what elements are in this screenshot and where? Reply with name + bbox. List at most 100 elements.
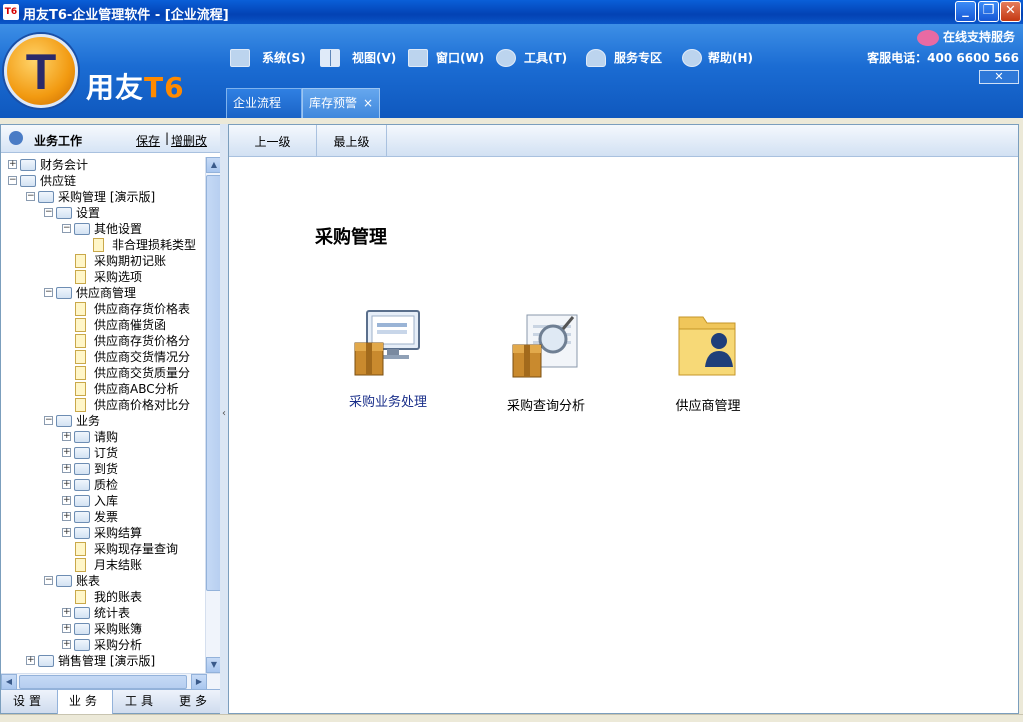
restore-button[interactable]: ❐ [978, 1, 999, 22]
panel-splitter[interactable]: ‹ [220, 124, 228, 714]
h-scroll-thumb[interactable] [19, 675, 187, 689]
bottom-tabs: 设置 业务 工具 更多 [1, 689, 223, 714]
collapse-arrow-icon[interactable]: ‹ [220, 404, 228, 424]
expand-icon[interactable]: + [62, 528, 71, 537]
tile-purchase-query[interactable]: 采购查询分析 [481, 311, 611, 421]
up-level-button[interactable]: 上一级 [229, 125, 317, 156]
close-icon: ✕ [1005, 3, 1016, 18]
scroll-left-icon[interactable]: ◀ [1, 674, 17, 690]
collapse-icon[interactable]: − [44, 576, 53, 585]
menu-view[interactable]: 视图(V) [320, 46, 400, 70]
collapse-icon[interactable]: − [44, 208, 53, 217]
supplier-folder-icon [678, 316, 736, 376]
folder-icon [56, 287, 72, 299]
tree-node-label: 月末结账 [94, 558, 143, 572]
expand-icon[interactable]: + [62, 512, 71, 521]
document-icon [93, 238, 104, 252]
user-icon [9, 131, 23, 145]
tree-node-label: 业务 [76, 414, 101, 428]
tree-node-label: 采购现存量查询 [94, 542, 179, 556]
panel-title: 业务工作 [34, 134, 83, 148]
close-window-button[interactable]: ✕ [1000, 1, 1021, 22]
btab-settings[interactable]: 设置 [1, 690, 57, 714]
collapse-icon[interactable]: − [44, 416, 53, 425]
tree-node-label: 采购期初记账 [94, 254, 167, 268]
tree-node-label: 采购分析 [94, 638, 143, 652]
expand-icon[interactable]: + [62, 464, 71, 473]
expand-icon[interactable]: + [62, 640, 71, 649]
menu-system[interactable]: 系统(S) [230, 46, 314, 70]
window-title: 用友T6-企业管理软件 - [企业流程] [23, 8, 229, 23]
tree-node-label: 供应商价格对比分 [94, 398, 191, 412]
tile-purchase-process[interactable]: 采购业务处理 [323, 309, 453, 419]
minimize-button[interactable]: _ [955, 1, 976, 22]
folder-icon [56, 415, 72, 427]
tab-inventory-alert[interactable]: 库存预警 × [302, 88, 380, 118]
folder-icon [74, 511, 90, 523]
grid-icon [320, 49, 340, 67]
document-icon [75, 590, 86, 604]
online-service-link[interactable]: 在线支持服务 [916, 28, 1015, 46]
folder-icon [74, 223, 90, 235]
expand-icon[interactable]: + [26, 656, 35, 665]
user-icon [586, 49, 606, 67]
tree-node-label: 采购管理 [演示版] [58, 190, 156, 204]
tree-node-label: 供应链 [40, 174, 77, 188]
panel-header: 业务工作 保存 | 增删改 [1, 125, 223, 153]
page-title: 采购管理 [315, 227, 387, 248]
collapse-icon[interactable]: − [62, 224, 71, 233]
expand-icon[interactable]: + [62, 608, 71, 617]
status-bar [0, 714, 1023, 722]
folder-icon [74, 463, 90, 475]
expand-icon[interactable]: + [62, 448, 71, 457]
link-separator: | [165, 131, 170, 145]
btab-business[interactable]: 业务 [57, 690, 113, 714]
folder-icon [74, 447, 90, 459]
menu-service[interactable]: 服务专区 [586, 46, 676, 70]
purchase-query-icon [512, 314, 578, 378]
collapse-icon[interactable]: − [44, 288, 53, 297]
btab-tools[interactable]: 工具 [113, 690, 169, 714]
yonyou-logo: T [4, 34, 78, 108]
minimize-icon: _ [962, 3, 969, 18]
expand-icon[interactable]: + [62, 496, 71, 505]
expand-icon[interactable]: + [62, 480, 71, 489]
tree-node-label: 供应商存货价格表 [94, 302, 191, 316]
save-link[interactable]: 保存 [136, 132, 160, 149]
expand-icon[interactable]: + [62, 624, 71, 633]
help-icon [682, 49, 702, 67]
document-icon [75, 398, 86, 412]
document-icon [75, 542, 86, 556]
top-level-button[interactable]: 最上级 [317, 125, 387, 156]
menu-window[interactable]: 窗口(W) [408, 46, 490, 70]
expand-icon[interactable]: + [8, 160, 17, 169]
tab-enterprise-flow[interactable]: 企业流程 [226, 88, 302, 118]
tree-node-label: 其他设置 [94, 222, 143, 236]
document-icon [75, 334, 86, 348]
expand-icon[interactable]: + [62, 432, 71, 441]
tile-label: 采购查询分析 [506, 399, 585, 414]
tile-supplier-management[interactable]: 供应商管理 [643, 311, 773, 421]
close-tab-button[interactable]: ✕ [979, 70, 1019, 84]
monitor-icon [230, 49, 250, 67]
tree-node-label: 统计表 [94, 606, 131, 620]
purchase-process-icon [354, 310, 420, 376]
tab-close-icon[interactable]: × [363, 89, 373, 117]
edit-link[interactable]: 增删改 [171, 132, 207, 149]
vertical-scrollbar[interactable]: ▲ ▼ [205, 157, 222, 673]
collapse-icon[interactable]: − [26, 192, 35, 201]
collapse-icon[interactable]: − [8, 176, 17, 185]
menu-help[interactable]: 帮助(H) [682, 46, 762, 70]
scroll-right-icon[interactable]: ▶ [191, 674, 207, 690]
btab-more[interactable]: 更多 [167, 690, 223, 714]
document-icon [75, 302, 86, 316]
folder-icon [74, 527, 90, 539]
menu-tools[interactable]: 工具(T) [496, 46, 578, 70]
document-icon [75, 350, 86, 364]
tile-label: 采购业务处理 [348, 395, 427, 410]
tree-node-label: 账表 [76, 574, 101, 588]
horizontal-scrollbar[interactable]: ◀ ▶ [1, 673, 223, 690]
document-icon [75, 270, 86, 284]
left-navigation-panel: 业务工作 保存 | 增删改 + 财务会计 − 供应链 − 采购管理 [演示版] − 设置 − 其他… [0, 124, 224, 714]
main-content: 上一级 最上级 采购管理 采购业务处理 采购查询分析 供应商管理 [228, 124, 1019, 714]
